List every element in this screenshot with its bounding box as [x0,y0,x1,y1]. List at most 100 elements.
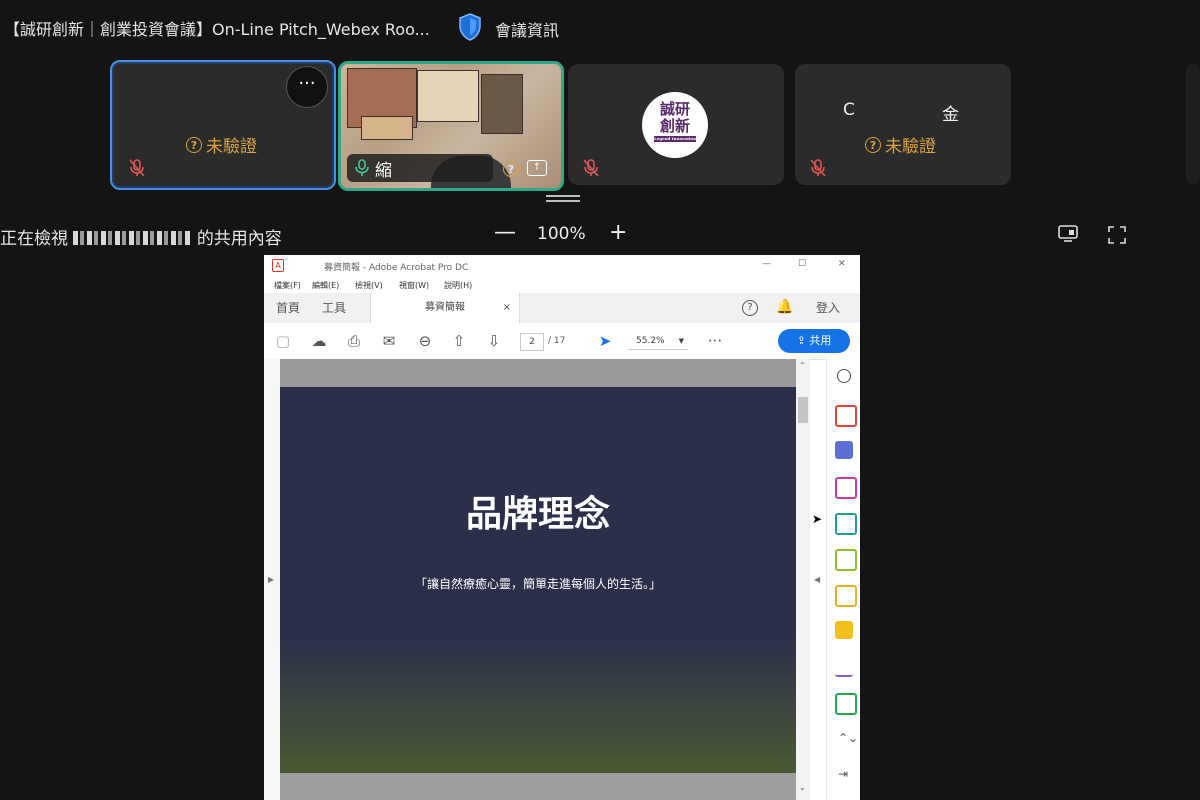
menu-help[interactable]: 說明(H) [444,280,472,291]
menu-window[interactable]: 視窗(W) [399,280,429,291]
combine-files-icon[interactable] [835,441,853,459]
expand-tools-chevron-icon[interactable]: ⌃⌄ [838,731,858,745]
document-tab-label: 募資簡報 [425,302,465,313]
question-icon: ? [865,136,881,153]
slide-subtitle: 「讓自然療癒心靈，簡單走進每個人的生活。」 [414,577,661,591]
sharing-icon: ↑ [527,160,547,176]
acrobat-zoom-value: 55.2% [636,336,665,346]
mic-on-icon [355,159,369,176]
acrobat-window-title: 募資簡報 - Adobe Acrobat Pro DC [324,263,469,273]
participant-name: 縮 [375,160,392,181]
email-icon[interactable]: ✉ [380,332,398,350]
sharing-status-label: 正在檢視 的共用內容 [0,224,282,249]
acrobat-zoom-select[interactable]: 55.2% ▼ [628,333,688,350]
zoom-tool-icon[interactable] [837,369,851,383]
export-pdf-icon[interactable] [835,513,857,535]
edit-pdf-icon[interactable] [835,549,857,571]
participant-tile-4[interactable]: C 金 ? 未驗證 [795,64,1011,185]
participant-tile-speaker[interactable]: 縮 ? ↑ [338,61,564,191]
unverified-label: 未驗證 [206,137,257,157]
print-icon[interactable]: ⎙ [345,332,363,350]
signature-pen-icon[interactable] [835,657,853,677]
minimize-button[interactable]: — [762,259,771,269]
left-panel-collapse[interactable]: ▶ [264,359,280,800]
expand-left-arrow-icon[interactable]: ▶ [268,575,274,584]
logo-text-line1: 誠研 [659,100,690,118]
upload-cloud-icon[interactable]: ☁ [310,332,328,350]
video-background-poster [481,74,523,134]
question-icon: ? [503,161,519,177]
menu-edit[interactable]: 編輯(E) [312,280,339,291]
document-tab-close-icon[interactable]: × [503,293,511,323]
share-upload-icon: ⇪ [796,334,810,347]
collapse-panel-icon[interactable]: ⇥ [838,767,848,781]
chevron-down-icon: ▼ [678,337,684,345]
notifications-bell-icon[interactable]: 🔔 [776,299,793,315]
page-down-icon[interactable]: ⇩ [485,332,503,350]
sign-in-link[interactable]: 登入 [816,293,840,323]
unverified-label: 未驗證 [885,137,936,157]
meeting-info-label[interactable]: 會議資訊 [495,17,559,41]
sharing-suffix: 的共用內容 [196,229,282,249]
document-view: 品牌理念 「讓自然療癒心靈，簡單走進每個人的生活。」 ⌃ ⌄ [280,359,810,800]
close-window-button[interactable]: ✕ [838,259,846,269]
video-background-poster [417,70,479,122]
muted-mic-icon [582,158,600,178]
acrobat-menubar: 檔案(F) 編輯(E) 檢視(V) 視窗(W) 說明(H) [264,277,860,293]
share-button[interactable]: ⇪ 共用 [778,329,850,353]
acrobat-titlebar: A 募資簡報 - Adobe Acrobat Pro DC — ☐ ✕ [264,255,860,277]
mouse-cursor-icon: ➤ [812,512,823,526]
scroll-down-arrow-icon[interactable]: ⌄ [799,783,806,792]
tools-side-panel: ⌃⌄ ⇥ [826,359,860,800]
zoom-in-button[interactable]: + [609,220,627,245]
participant-tile-logo[interactable]: 誠研 創新 Legend Innovation [568,64,784,185]
sharer-name-redacted [73,231,192,245]
share-button-label: 共用 [809,334,832,347]
fill-sign-icon[interactable] [835,585,857,607]
scroll-up-arrow-icon[interactable]: ⌃ [799,361,806,370]
unverified-status: ? 未驗證 [865,132,936,157]
comment-icon[interactable] [835,621,853,639]
shared-acrobat-window: A 募資簡報 - Adobe Acrobat Pro DC — ☐ ✕ 檔案(F… [264,255,860,800]
select-cursor-icon[interactable]: ➤ [596,332,614,350]
participant-tile-self[interactable]: ··· ? 未驗證 [110,60,336,190]
tab-home[interactable]: 首頁 [276,293,300,323]
unverified-status: ? 未驗證 [186,132,257,157]
meeting-info-shield-icon[interactable] [458,13,482,41]
page-number-input[interactable]: 2 [520,333,544,351]
more-options-button[interactable]: ··· [286,66,328,108]
tab-tools[interactable]: 工具 [322,293,346,323]
logo-text-line2: 創新 [659,117,690,135]
right-edge-scrollbar[interactable] [1186,64,1200,184]
page-up-icon[interactable]: ⇧ [450,332,468,350]
menu-file[interactable]: 檔案(F) [274,280,301,291]
tab-document[interactable]: 募資簡報 × [370,293,520,323]
logo-tagline: Legend Innovation [654,136,697,142]
collapse-right-arrow-icon[interactable]: ◀ [814,575,820,584]
previous-page-edge [280,359,796,387]
participant-name-right: 金 [942,105,959,125]
resize-drag-handle[interactable] [546,195,580,203]
zoom-level: 100% [537,224,586,244]
create-pdf-icon[interactable] [835,405,857,427]
slide-page: 品牌理念 「讓自然療癒心靈，簡單走進每個人的生活。」 [280,387,796,773]
company-logo: 誠研 創新 Legend Innovation [642,92,708,158]
scrollbar-thumb[interactable] [798,397,808,423]
help-icon[interactable]: ? [742,300,758,316]
zoom-out-magnifier-icon[interactable]: ⊖ [416,332,434,350]
save-icon[interactable]: ▢ [274,332,292,350]
muted-mic-icon [809,158,827,178]
sharing-prefix: 正在檢視 [0,229,68,249]
maximize-button[interactable]: ☐ [798,259,806,269]
document-scrollbar[interactable]: ⌃ ⌄ [796,359,810,800]
video-background-poster [361,116,413,140]
zoom-out-button[interactable]: — [494,220,516,245]
organize-pages-icon[interactable] [835,477,857,499]
participant-name-left: C [843,100,855,120]
print-production-icon[interactable] [835,693,857,715]
share-view-options-icon[interactable] [1058,225,1078,247]
page-total: / 17 [548,336,566,346]
menu-view[interactable]: 檢視(V) [355,280,383,291]
fullscreen-icon[interactable] [1108,226,1126,248]
more-tools-icon[interactable]: ··· [706,332,724,350]
